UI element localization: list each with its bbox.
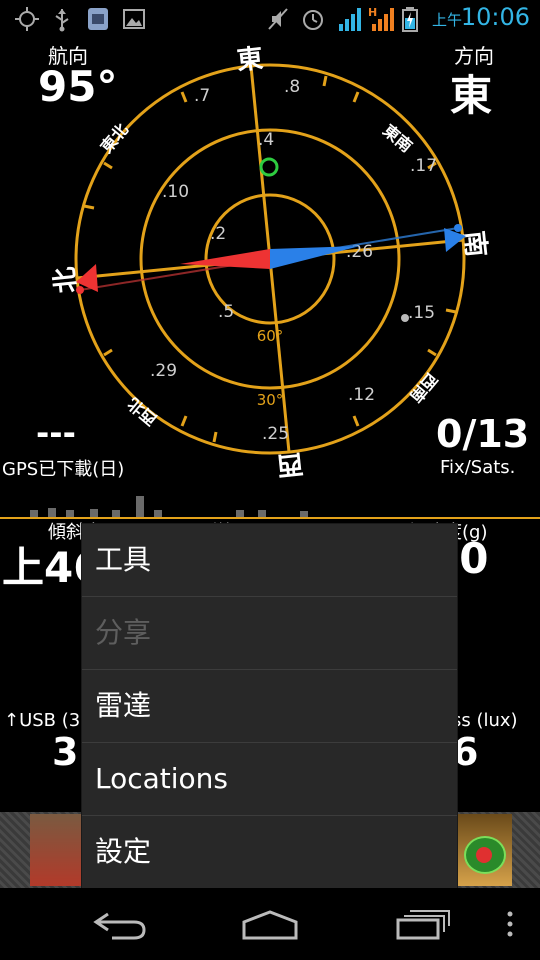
- sat-17: .17: [410, 156, 437, 176]
- compass-south: 南: [458, 229, 491, 258]
- sat-8: .8: [284, 77, 300, 97]
- compass-east: 東: [235, 44, 264, 77]
- menu-item-locations[interactable]: Locations: [82, 743, 457, 816]
- sat-4: .4: [258, 130, 274, 150]
- home-icon[interactable]: [240, 908, 300, 942]
- sat-25: .25: [262, 424, 289, 444]
- h-signal-icon: H: [368, 6, 394, 31]
- compass-west: 西: [275, 448, 304, 481]
- image-icon: [123, 9, 145, 29]
- battery-icon: [402, 7, 418, 32]
- fix-value: 0/13: [436, 412, 530, 456]
- fix-label: Fix/Sats.: [440, 457, 516, 478]
- sat-15: .15: [408, 303, 435, 323]
- gps-value: ---: [36, 414, 76, 452]
- gps-icon: [15, 7, 39, 31]
- ad-character-image: [30, 814, 86, 886]
- signal-bars: [0, 496, 540, 519]
- usb-icon: [55, 9, 69, 32]
- svg-text:H: H: [368, 6, 377, 19]
- recent-apps-icon[interactable]: [392, 906, 452, 942]
- compass-northwest: 西北: [124, 394, 161, 429]
- usb-label: ↑USB (3: [4, 710, 81, 731]
- overflow-menu-icon[interactable]: [504, 910, 516, 940]
- needle-north-tip: [76, 286, 84, 294]
- sim-icon: [88, 8, 108, 30]
- sat-2: .2: [210, 224, 226, 244]
- sat-29: .29: [150, 361, 177, 381]
- satellite-marker-green: [259, 157, 279, 177]
- back-icon[interactable]: [90, 908, 150, 942]
- alarm-icon: [303, 10, 323, 30]
- ad-play-button[interactable]: [464, 836, 506, 874]
- menu-item-share: 分享: [82, 597, 457, 670]
- needle-south-tip: [454, 224, 462, 232]
- sat-5: .5: [218, 302, 234, 322]
- menu-item-tools[interactable]: 工具: [82, 524, 457, 597]
- menu-item-radar[interactable]: 雷達: [82, 670, 457, 743]
- elevation-30: 30°: [257, 391, 284, 409]
- status-bar: H 上午 10:06: [0, 0, 540, 38]
- sat-12: .12: [348, 385, 375, 405]
- lux-label: ss (lux): [452, 710, 518, 731]
- satellite-marker-gray: [401, 314, 409, 322]
- compass-southwest: 西南: [406, 369, 441, 406]
- menu-item-settings[interactable]: 設定: [82, 816, 457, 888]
- status-time: 10:06: [460, 3, 530, 31]
- status-ampm: 上午: [431, 11, 462, 29]
- sat-7: .7: [194, 86, 210, 106]
- mute-icon: [268, 8, 288, 30]
- compass-northeast: 東北: [97, 120, 132, 157]
- options-menu: 工具 分享 雷達 Locations 設定: [82, 524, 457, 888]
- navigation-bar: [0, 888, 540, 960]
- signal-icon: [339, 8, 361, 31]
- elevation-60: 60°: [257, 327, 284, 345]
- ad-right-image: [456, 814, 512, 886]
- sat-10: .10: [162, 182, 189, 202]
- gps-label: GPS已下載(日): [2, 459, 125, 480]
